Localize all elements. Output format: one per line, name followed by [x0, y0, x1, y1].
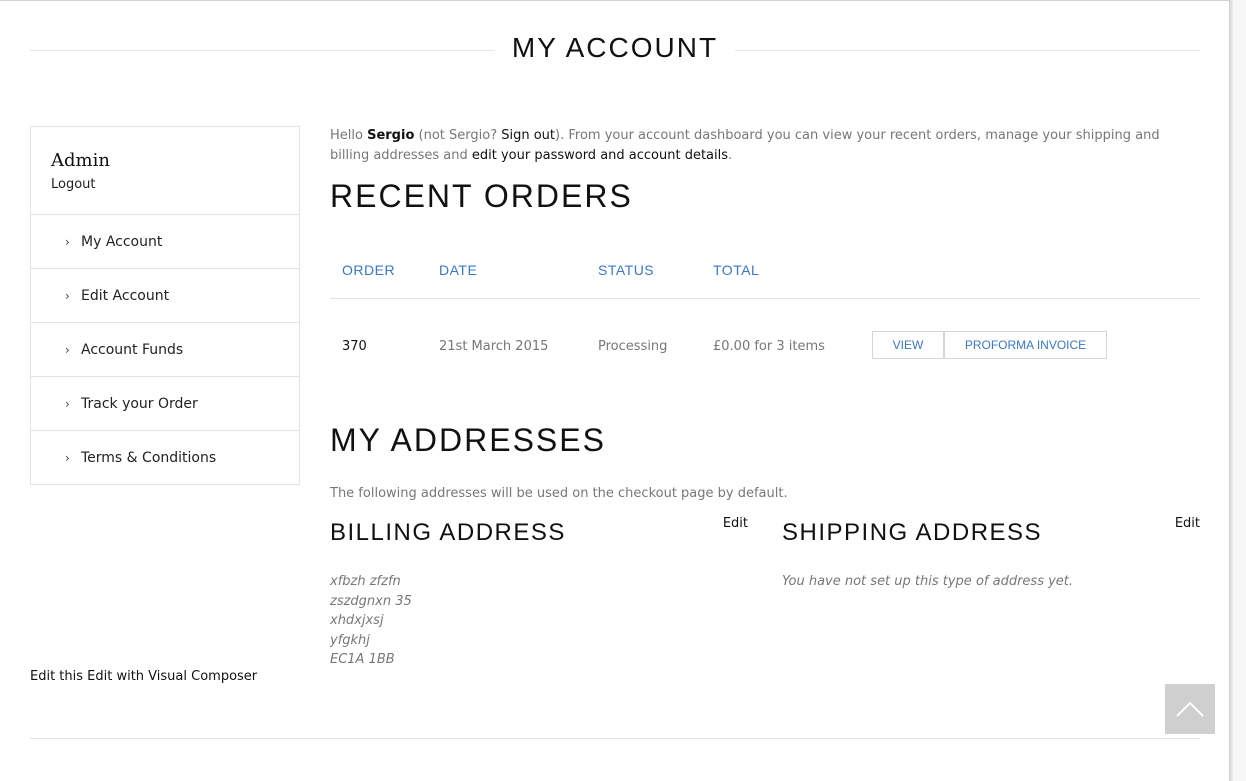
sidebar-item-terms[interactable]: › Terms & Conditions	[31, 431, 299, 484]
edit-billing-address-link[interactable]: Edit	[723, 516, 748, 531]
sidebar-item-track-order[interactable]: › Track your Order	[31, 377, 299, 431]
back-to-top-button[interactable]	[1165, 684, 1215, 734]
logout-link[interactable]: Logout	[51, 175, 96, 195]
sidebar-item-label: Track your Order	[81, 395, 198, 412]
address-line: yfgkhj	[330, 632, 370, 648]
sign-out-link[interactable]: Sign out	[501, 128, 555, 143]
chevron-up-icon	[1176, 701, 1204, 717]
page-title-wrap: MY ACCOUNT	[30, 28, 1200, 72]
user-box: Admin Logout	[31, 127, 299, 215]
dashboard-intro: Hello Sergio (not Sergio? Sign out). Fro…	[330, 126, 1200, 166]
edit-account-details-link[interactable]: edit your password and account details	[472, 148, 728, 163]
column-status: STATUS	[598, 262, 655, 278]
footer-divider	[30, 738, 1200, 739]
shipping-address-title: SHIPPING ADDRESS	[782, 519, 1043, 546]
billing-address-lines: xfbzh zfzfn zszdgnxn 35 xhdxjxsj yfgkhj …	[330, 572, 748, 670]
order-number[interactable]: 370	[342, 339, 367, 354]
address-line: zszdgnxn 35	[330, 593, 412, 609]
billing-address-title: BILLING ADDRESS	[330, 519, 566, 546]
column-total: TOTAL	[713, 262, 760, 278]
view-order-button[interactable]: VIEW	[872, 331, 944, 359]
account-menu: › My Account › Edit Account › Account Funds…	[31, 215, 299, 484]
sidebar-item-edit-account[interactable]: › Edit Account	[31, 269, 299, 323]
shipping-address-empty: You have not set up this type of address…	[782, 574, 1074, 589]
recent-orders-heading: RECENT ORDERS	[330, 178, 633, 214]
chevron-right-icon: ›	[65, 288, 70, 303]
my-addresses-heading: MY ADDRESSES	[330, 422, 606, 458]
address-line: EC1A 1BB	[330, 652, 395, 667]
sidebar-item-label: Terms & Conditions	[81, 449, 217, 466]
address-line: xfbzh zfzfn	[330, 574, 401, 589]
intro-text: Hello Sergio (not Sergio? Sign out). Fro…	[330, 126, 1200, 166]
title-divider-right	[735, 50, 1200, 51]
top-border	[0, 0, 1229, 1]
intro-not-prefix: (not Sergio?	[414, 128, 502, 143]
sidebar-item-label: My Account	[81, 233, 163, 250]
chevron-right-icon: ›	[65, 396, 70, 411]
column-order: ORDER	[342, 262, 396, 278]
sidebar-item-label: Edit Account	[81, 287, 170, 304]
chevron-right-icon: ›	[65, 234, 70, 249]
order-status: Processing	[598, 339, 668, 354]
sidebar-item-my-account[interactable]: › My Account	[31, 215, 299, 269]
order-date: 21st March 2015	[439, 339, 549, 354]
order-total: £0.00 for 3 items	[713, 339, 825, 354]
chevron-right-icon: ›	[65, 342, 70, 357]
user-name: Admin	[51, 150, 110, 171]
edit-page-links[interactable]: Edit this Edit with Visual Composer	[30, 669, 257, 684]
edit-shipping-address-link[interactable]: Edit	[1175, 516, 1200, 531]
intro-hello: Hello	[330, 128, 368, 143]
shipping-address: SHIPPING ADDRESS Edit You have not set u…	[782, 516, 1200, 592]
chevron-right-icon: ›	[65, 450, 70, 465]
column-date: DATE	[439, 262, 478, 278]
sidebar-item-label: Account Funds	[81, 341, 184, 358]
address-line: xhdxjxsj	[330, 613, 384, 628]
billing-address: BILLING ADDRESS Edit xfbzh zfzfn zszdgnx…	[330, 516, 748, 670]
account-sidebar: Admin Logout › My Account › Edit Account ›…	[30, 126, 300, 485]
scrollbar-track[interactable]	[1233, 0, 1246, 781]
title-divider-left	[30, 50, 495, 51]
orders-table-header: ORDER DATE STATUS TOTAL	[330, 258, 1200, 299]
addresses-note: The following addresses will be used on …	[330, 486, 788, 501]
proforma-invoice-button[interactable]: PROFORMA INVOICE	[944, 331, 1107, 359]
intro-end: .	[728, 148, 733, 163]
table-row: 370 21st March 2015 Processing £0.00 for…	[330, 330, 1200, 362]
sidebar-item-account-funds[interactable]: › Account Funds	[31, 323, 299, 377]
page-title: MY ACCOUNT	[511, 32, 719, 63]
intro-user-name: Sergio	[367, 128, 415, 143]
